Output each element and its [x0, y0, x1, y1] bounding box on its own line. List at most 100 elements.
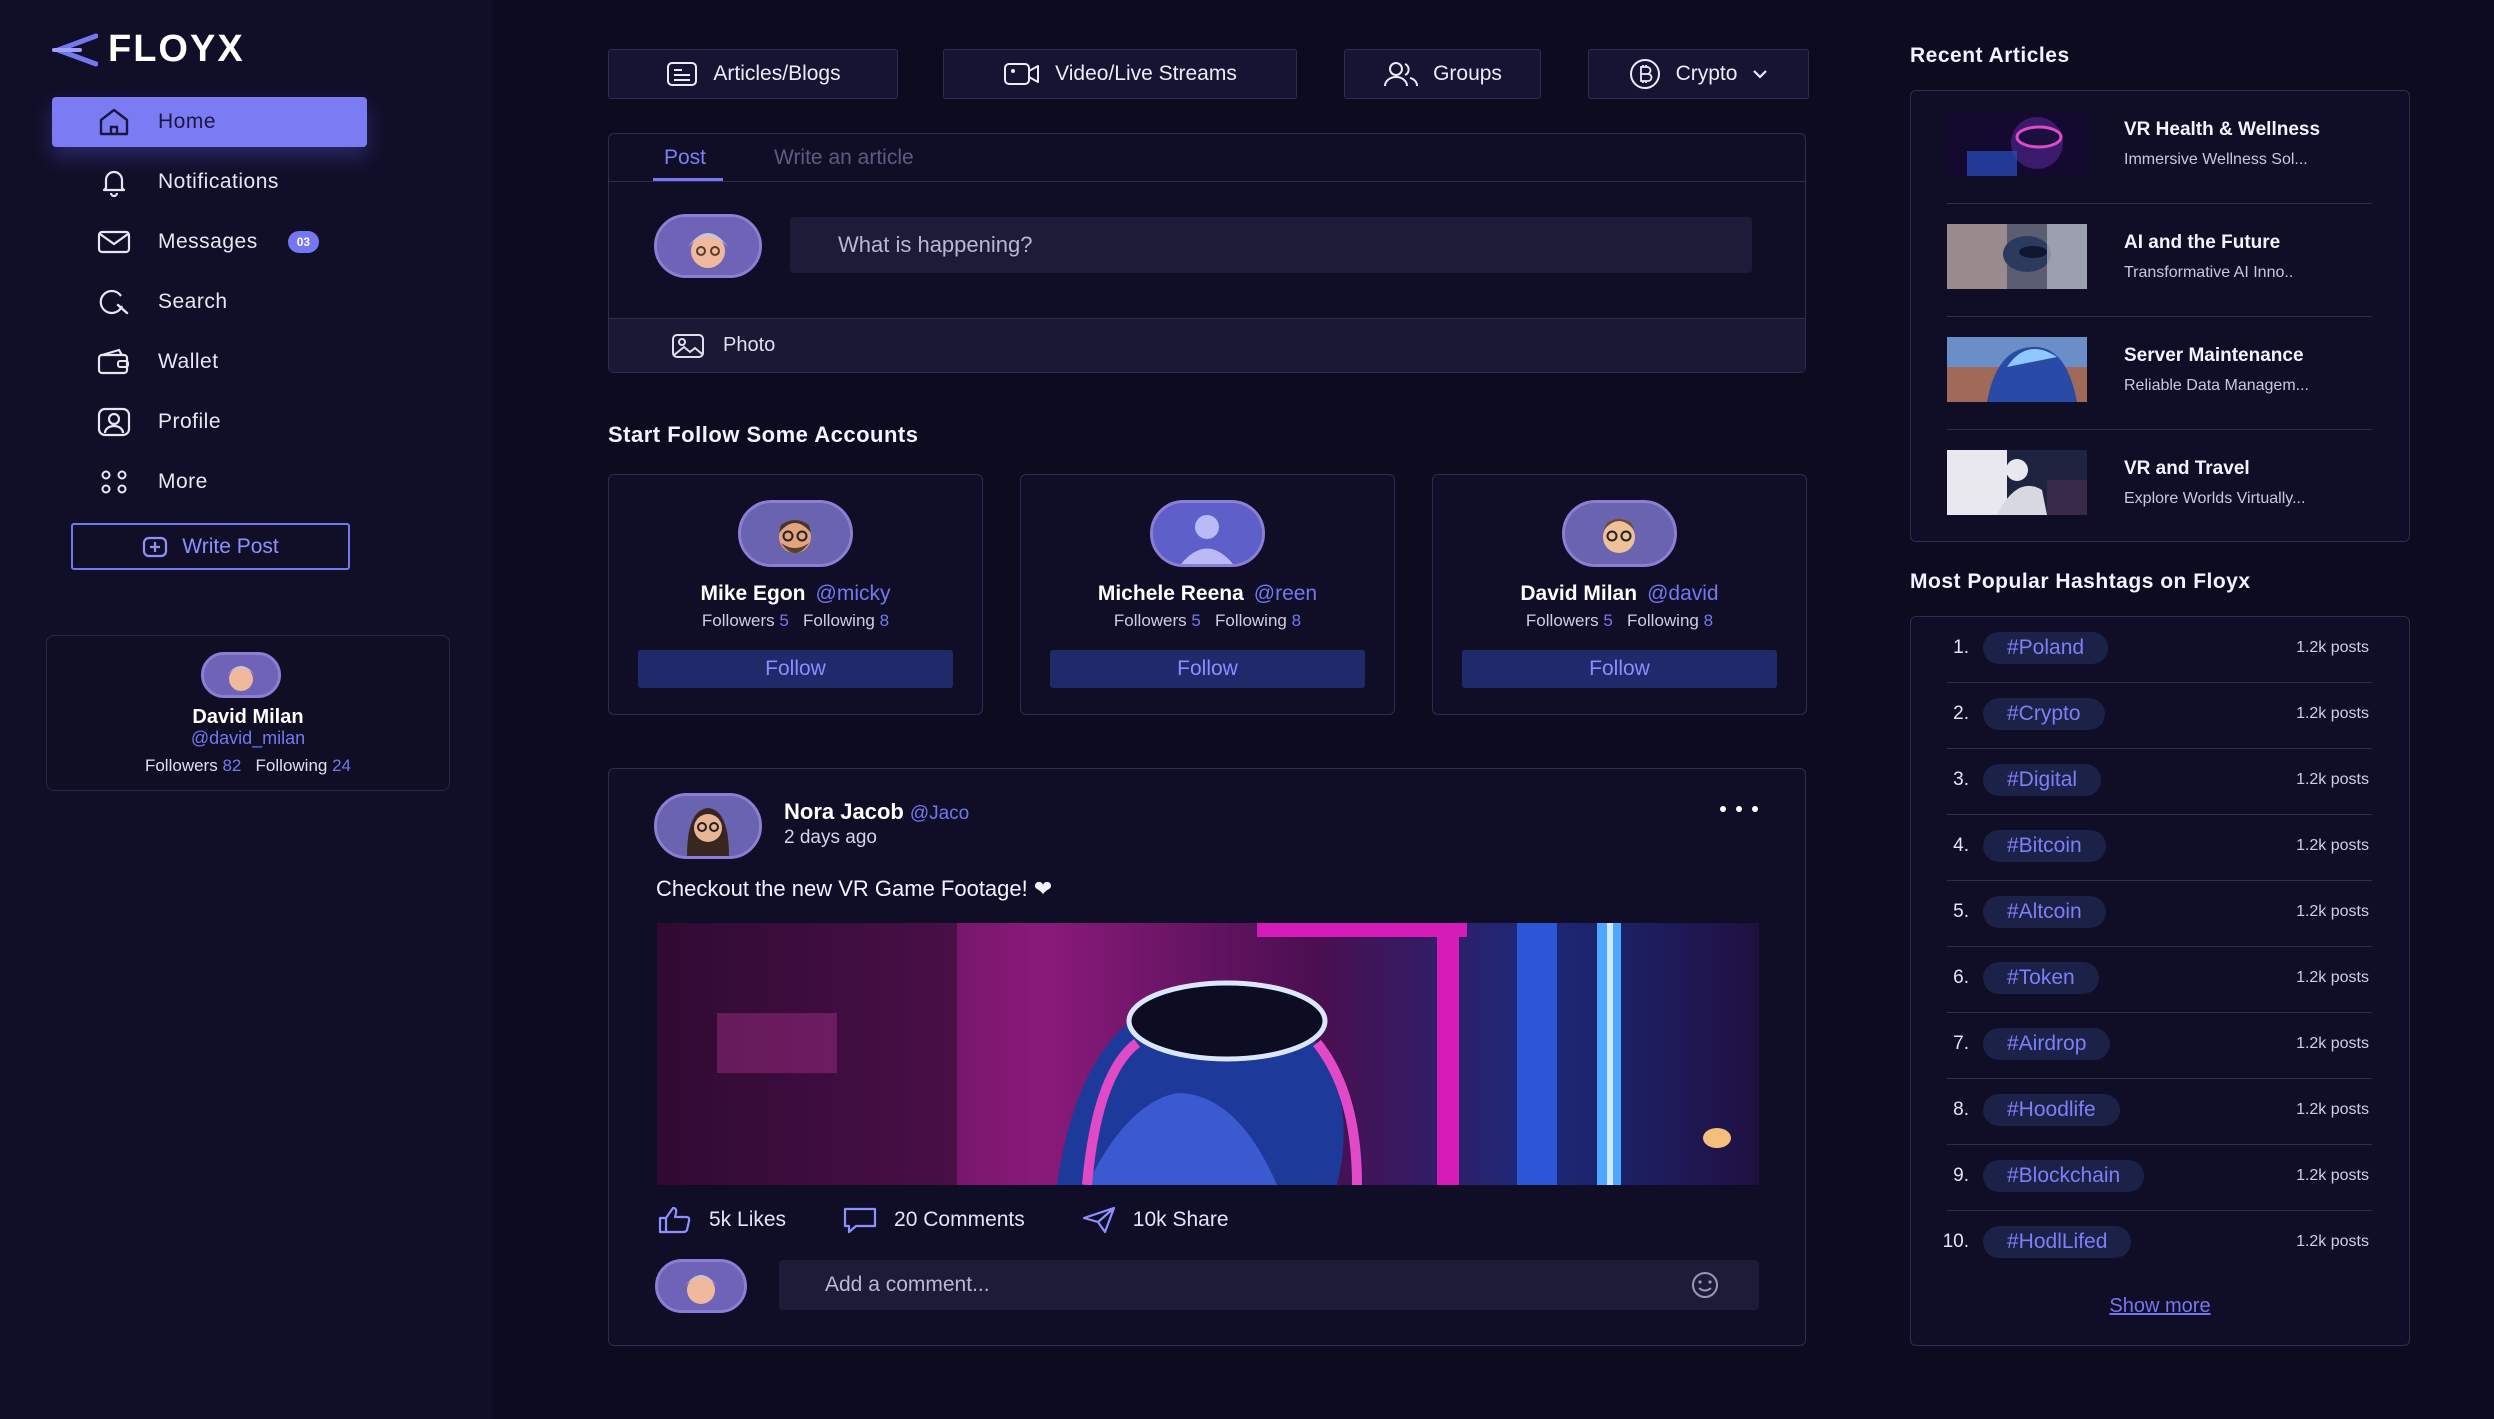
avatar[interactable]	[1562, 500, 1677, 567]
grid-dots-icon	[94, 469, 134, 495]
follow-button[interactable]: Follow	[1050, 650, 1365, 688]
document-icon	[667, 62, 698, 86]
more-options-icon[interactable]	[1717, 799, 1762, 819]
suggestion-card: Mike Egon @micky Followers 5 Following 8 …	[608, 474, 983, 715]
hashtag-rank: 6.	[1953, 967, 1969, 988]
sidebar-item-search[interactable]: Search	[52, 277, 367, 327]
show-more-link[interactable]: Show more	[1911, 1295, 2409, 1318]
post-input[interactable]	[790, 217, 1752, 273]
avatar[interactable]	[1150, 500, 1265, 567]
app-name: FLOYX	[108, 28, 245, 70]
account-stats: Followers 5 Following 8	[609, 611, 982, 631]
comment-input[interactable]	[779, 1260, 1759, 1310]
article-thumbnail	[1947, 450, 2087, 515]
sidebar-item-home[interactable]: Home	[52, 97, 367, 147]
filter-groups[interactable]: Groups	[1344, 49, 1541, 99]
hashtag-pill[interactable]: #Token	[1983, 962, 2099, 994]
hashtag-count: 1.2k posts	[2296, 969, 2369, 986]
sidebar-item-notifications[interactable]: Notifications	[52, 157, 367, 207]
avatar[interactable]	[201, 652, 281, 698]
hashtag-count: 1.2k posts	[2296, 1101, 2369, 1118]
followers-label: Followers	[1525, 611, 1599, 630]
hashtag-pill[interactable]: #Hoodlife	[1983, 1094, 2120, 1126]
write-post-button[interactable]: Write Post	[71, 523, 350, 570]
sidebar-item-messages[interactable]: Messages 03	[52, 217, 367, 267]
post-author[interactable]: Nora Jacob	[784, 799, 904, 824]
hashtag-row: 5. #Altcoin 1.2k posts	[1911, 881, 2409, 947]
follow-button[interactable]: Follow	[1462, 650, 1777, 688]
comments-count: 20 Comments	[894, 1208, 1025, 1231]
sidebar-item-label: Search	[158, 290, 228, 313]
hashtag-pill[interactable]: #Airdrop	[1983, 1028, 2111, 1060]
account-name[interactable]: Michele Reena	[1098, 582, 1244, 605]
hashtag-pill[interactable]: #Digital	[1983, 764, 2102, 796]
like-button[interactable]: 5k Likes	[657, 1205, 786, 1235]
send-icon	[1082, 1206, 1115, 1234]
avatar[interactable]	[654, 793, 762, 859]
following-count: 8	[879, 611, 890, 630]
sidebar-item-more[interactable]: More	[52, 457, 367, 507]
followers-label: Followers	[1113, 611, 1187, 630]
avatar[interactable]	[654, 214, 762, 278]
tab-write-article[interactable]: Write an article	[774, 146, 914, 170]
filter-video-live-streams[interactable]: Video/Live Streams	[943, 49, 1297, 99]
sidebar-item-wallet[interactable]: Wallet	[52, 337, 367, 387]
profile-stats: Followers 82 Following 24	[47, 756, 449, 776]
follow-button[interactable]: Follow	[638, 650, 953, 688]
hashtag-pill[interactable]: #HodlLifed	[1983, 1226, 2132, 1258]
account-handle[interactable]: @reen	[1254, 582, 1317, 605]
account-handle[interactable]: @micky	[816, 582, 891, 605]
hashtag-row: 7. #Airdrop 1.2k posts	[1911, 1013, 2409, 1079]
post-image[interactable]	[657, 923, 1759, 1185]
account-name-row: David Milan @david	[1433, 582, 1806, 606]
article-item[interactable]: Server Maintenance Reliable Data Managem…	[1947, 317, 2372, 430]
article-title: Server Maintenance	[2124, 345, 2304, 366]
hashtag-count: 1.2k posts	[2296, 1167, 2369, 1184]
post-timestamp: 2 days ago	[784, 827, 877, 848]
post-handle[interactable]: @Jaco	[910, 803, 969, 824]
article-item[interactable]: AI and the Future Transformative AI Inno…	[1947, 204, 2372, 317]
hashtag-count: 1.2k posts	[2296, 837, 2369, 854]
following-count: 8	[1703, 611, 1714, 630]
filter-label: Groups	[1433, 62, 1502, 85]
article-title: VR and Travel	[2124, 458, 2250, 479]
hashtags-title: Most Popular Hashtags on Floyx	[1910, 570, 2251, 593]
hashtag-rank: 3.	[1953, 769, 1969, 790]
suggestions-title: Start Follow Some Accounts	[608, 422, 919, 447]
account-handle[interactable]: @david	[1647, 582, 1719, 605]
hashtag-pill[interactable]: #Bitcoin	[1983, 830, 2106, 862]
floyx-logo-icon	[52, 33, 98, 66]
account-name[interactable]: David Milan	[1520, 582, 1637, 605]
hashtag-pill[interactable]: #Blockchain	[1983, 1160, 2145, 1192]
hashtag-pill[interactable]: #Crypto	[1983, 698, 2105, 730]
avatar[interactable]	[655, 1259, 747, 1313]
emoji-icon[interactable]	[1685, 1271, 1725, 1299]
comment-button[interactable]: 20 Comments	[842, 1205, 1025, 1235]
app-logo[interactable]: FLOYX	[50, 28, 245, 71]
hashtag-rank: 5.	[1953, 901, 1969, 922]
filter-crypto-dropdown[interactable]: Crypto	[1588, 49, 1809, 99]
article-item[interactable]: VR and Travel Explore Worlds Virtually..…	[1947, 430, 2372, 543]
avatar[interactable]	[738, 500, 853, 567]
hashtag-pill[interactable]: #Altcoin	[1983, 896, 2106, 928]
recent-articles-card: VR Health & Wellness Immersive Wellness …	[1910, 90, 2410, 542]
hashtag-pill[interactable]: #Poland	[1983, 632, 2109, 664]
tab-post[interactable]: Post	[664, 146, 706, 170]
profile-name: David Milan	[192, 706, 304, 728]
filter-articles-blogs[interactable]: Articles/Blogs	[608, 49, 898, 99]
profile-handle[interactable]: @david_milan	[47, 728, 449, 749]
photo-label: Photo	[723, 334, 776, 356]
photo-button[interactable]: Photo	[609, 318, 1805, 372]
account-stats: Followers 5 Following 8	[1021, 611, 1394, 631]
hashtag-count: 1.2k posts	[2296, 903, 2369, 920]
account-name[interactable]: Mike Egon	[701, 582, 806, 605]
post-text: Checkout the new VR Game Footage! ❤	[656, 876, 1053, 901]
hashtag-count: 1.2k posts	[2296, 639, 2369, 656]
article-item[interactable]: VR Health & Wellness Immersive Wellness …	[1947, 91, 2372, 204]
sidebar-item-label: Wallet	[158, 350, 219, 373]
sidebar-item-profile[interactable]: Profile	[52, 397, 367, 447]
filter-label: Crypto	[1675, 62, 1738, 85]
hashtag-count: 1.2k posts	[2296, 1035, 2369, 1052]
likes-count: 5k Likes	[709, 1208, 787, 1231]
share-button[interactable]: 10k Share	[1081, 1205, 1229, 1235]
